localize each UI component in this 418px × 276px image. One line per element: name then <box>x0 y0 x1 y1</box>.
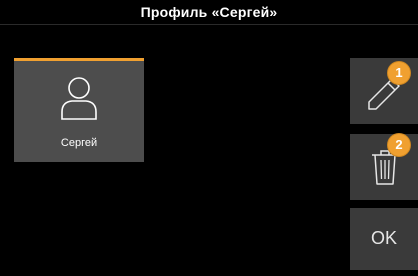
profile-card[interactable]: Сергей <box>14 58 144 162</box>
profile-name: Сергей <box>60 137 98 149</box>
ok-button[interactable]: OK <box>350 208 418 270</box>
step-badge-2: 2 <box>388 134 410 156</box>
title-divider <box>0 24 418 25</box>
page-title: Профиль «Сергей» <box>140 4 278 20</box>
user-icon <box>61 77 97 120</box>
step-badge-1: 1 <box>388 62 410 84</box>
ok-label: OK <box>370 228 397 248</box>
